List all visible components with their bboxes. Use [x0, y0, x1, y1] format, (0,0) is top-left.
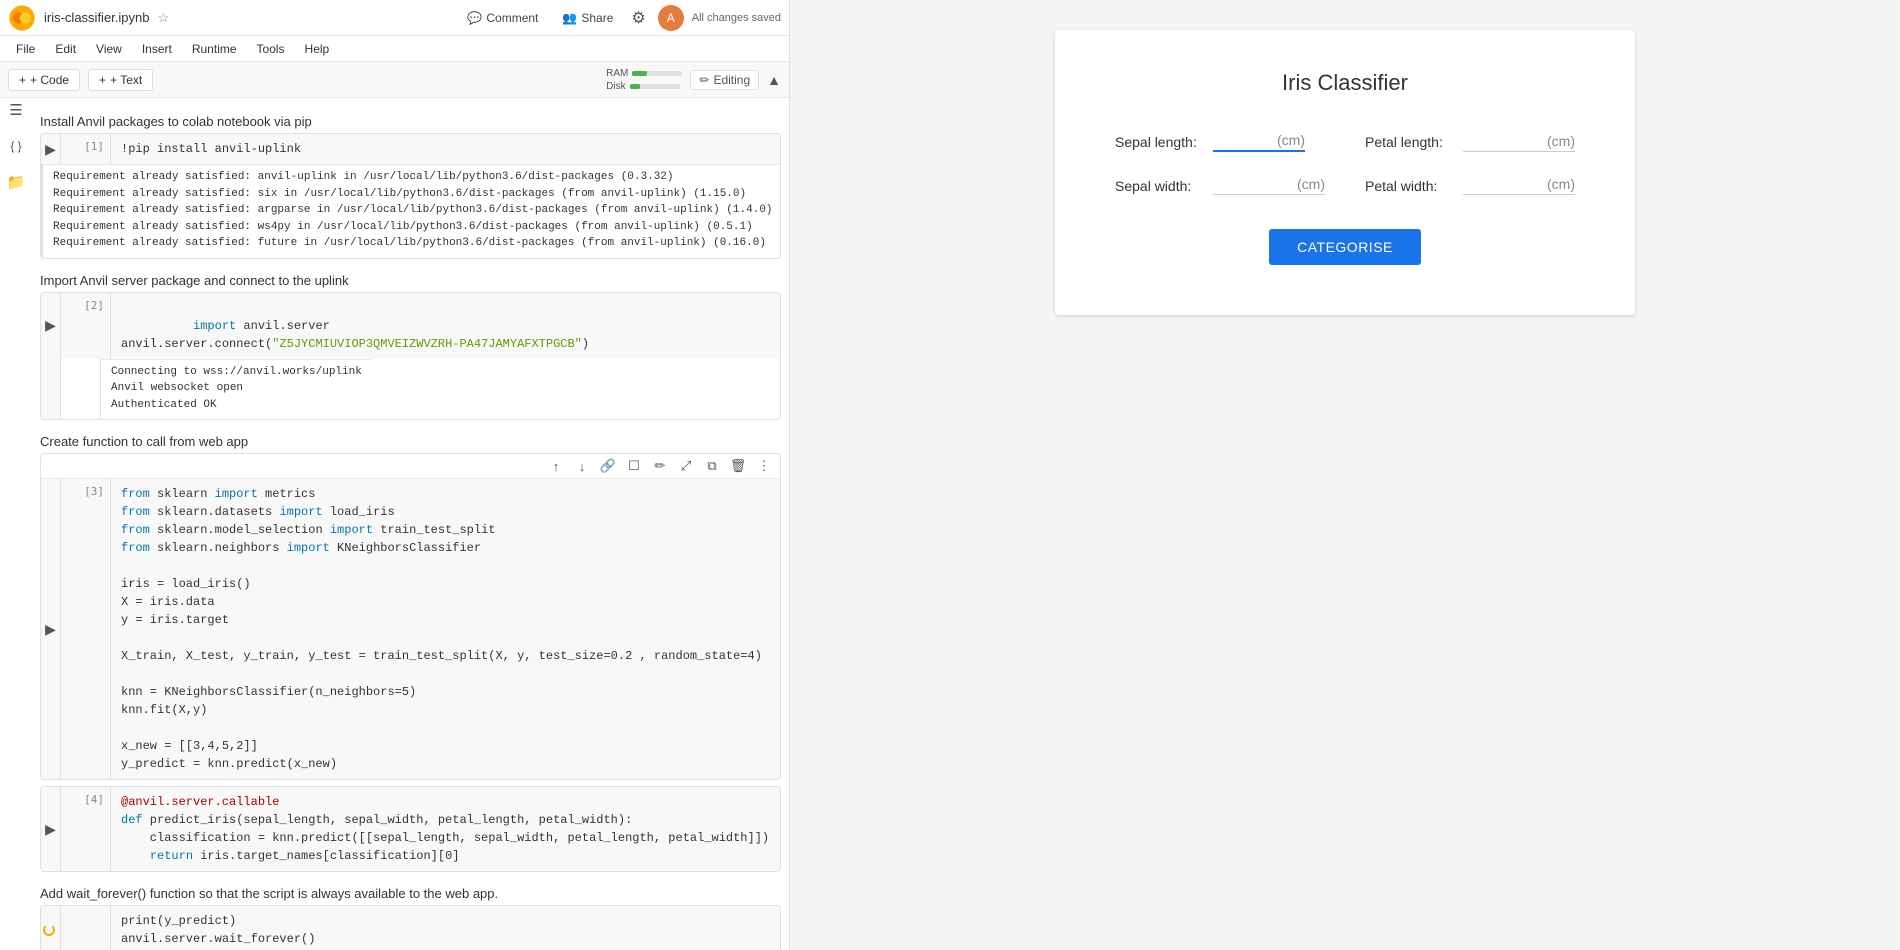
colab-logo	[8, 4, 36, 32]
menu-edit[interactable]: Edit	[47, 40, 84, 58]
sidebar-files-icon[interactable]: 📁	[4, 170, 28, 194]
menu-runtime[interactable]: Runtime	[184, 40, 245, 58]
cell-1-output: Requirement already satisfied: anvil-upl…	[43, 164, 781, 258]
cell-1-number: [1]	[61, 134, 111, 164]
delete-btn[interactable]: 🗑	[728, 456, 748, 476]
petal-length-input-wrapper: (cm)	[1463, 133, 1575, 152]
right-panel: Iris Classifier Sepal length: (cm) Petal…	[790, 0, 1900, 950]
cell-3-number: [3]	[61, 479, 111, 779]
code-cell-3: ↑ ↓ 🔗 ☐ ✏ ⤢ ⧉ 🗑 ⋮ ▶ [3] from sklearn imp…	[40, 453, 781, 780]
edit-btn[interactable]: ✏	[650, 456, 670, 476]
cell-description-4: Add wait_forever() function so that the …	[40, 878, 781, 905]
menu-view[interactable]: View	[88, 40, 130, 58]
code-cell-1: ▶ [1] !pip install anvil-uplink Requirem…	[40, 133, 781, 259]
iris-card: Iris Classifier Sepal length: (cm) Petal…	[1055, 30, 1635, 315]
wrap-btn[interactable]: ☐	[624, 456, 644, 476]
comment-btn[interactable]: 💬 Comment	[461, 8, 544, 28]
run-cell-2-btn[interactable]: ▶	[41, 293, 61, 359]
editing-badge: ✏ Editing	[690, 70, 759, 90]
cell-2-output: Connecting to wss://anvil.works/uplink A…	[101, 359, 372, 420]
code-cell-5: print(y_predict) anvil.server.wait_forev…	[40, 905, 781, 950]
sepal-width-input-wrapper: (cm)	[1213, 176, 1325, 195]
cell-description-1: Install Anvil packages to colab notebook…	[40, 106, 781, 133]
menu-insert[interactable]: Insert	[134, 40, 180, 58]
sepal-width-unit: (cm)	[1297, 176, 1325, 192]
run-cell-4-btn[interactable]: ▶	[41, 787, 61, 871]
move-down-btn[interactable]: ↓	[572, 456, 592, 476]
run-cell-1-btn[interactable]: ▶	[41, 134, 61, 164]
cell-5-number	[61, 906, 111, 950]
sepal-length-unit: (cm)	[1277, 132, 1305, 148]
add-text-btn[interactable]: ++ Text	[88, 69, 153, 91]
ram-disk-indicator: RAM Disk	[606, 68, 682, 92]
notebook-title: iris-classifier.ipynb	[44, 10, 149, 25]
avatar: A	[658, 5, 684, 31]
petal-width-unit: (cm)	[1547, 176, 1575, 192]
collapse-btn[interactable]: ▲	[767, 72, 781, 88]
iris-title: Iris Classifier	[1115, 70, 1575, 96]
petal-width-input[interactable]	[1463, 176, 1543, 192]
sepal-length-label: Sepal length:	[1115, 134, 1205, 150]
comment-icon: 💬	[467, 11, 482, 25]
link-btn[interactable]: 🔗	[598, 456, 618, 476]
sidebar-code-icon[interactable]: { }	[4, 134, 28, 158]
code-cell-4: ▶ [4] @anvil.server.callable def predict…	[40, 786, 781, 872]
cell-2-code[interactable]: import anvil.server anvil.server.connect…	[111, 293, 780, 359]
settings-icon[interactable]: ⚙	[631, 8, 645, 28]
cell-3-floating-toolbar: ↑ ↓ 🔗 ☐ ✏ ⤢ ⧉ 🗑 ⋮	[41, 454, 780, 479]
pencil-icon: ✏	[699, 73, 709, 87]
top-bar: iris-classifier.ipynb ☆ 💬 Comment 👥 Shar…	[0, 0, 789, 36]
petal-length-input[interactable]	[1463, 133, 1543, 149]
changes-status: All changes saved	[692, 12, 781, 24]
top-bar-actions: 💬 Comment 👥 Share ⚙ A	[461, 5, 683, 31]
copy-btn[interactable]: ⧉	[702, 456, 722, 476]
iris-sepal-width-field: Sepal width: (cm)	[1115, 176, 1325, 195]
more-btn[interactable]: ⋮	[754, 456, 774, 476]
share-icon: 👥	[562, 11, 577, 25]
iris-btn-row: CATEGORISE	[1115, 229, 1575, 265]
menu-help[interactable]: Help	[297, 40, 338, 58]
run-cell-3-btn[interactable]: ▶	[41, 479, 61, 779]
menu-file[interactable]: File	[8, 40, 43, 58]
move-up-btn[interactable]: ↑	[546, 456, 566, 476]
cell-2-number: [2]	[61, 293, 111, 359]
petal-length-unit: (cm)	[1547, 133, 1575, 149]
add-code-btn[interactable]: ++ Code	[8, 69, 80, 91]
cell-4-number: [4]	[61, 787, 111, 871]
petal-width-label: Petal width:	[1365, 178, 1455, 194]
cell-5-code[interactable]: print(y_predict) anvil.server.wait_forev…	[111, 906, 780, 950]
expand-btn[interactable]: ⤢	[676, 456, 696, 476]
iris-form: Sepal length: (cm) Petal length: (cm)	[1115, 132, 1575, 265]
cell-4-code[interactable]: @anvil.server.callable def predict_iris(…	[111, 787, 780, 871]
menu-tools[interactable]: Tools	[249, 40, 293, 58]
run-cell-5-btn[interactable]	[41, 906, 61, 950]
iris-row-2: Sepal width: (cm) Petal width: (cm)	[1115, 176, 1575, 195]
sepal-width-input[interactable]	[1213, 176, 1293, 192]
iris-sepal-length-field: Sepal length: (cm)	[1115, 132, 1325, 152]
petal-length-label: Petal length:	[1365, 134, 1455, 150]
menu-bar: File Edit View Insert Runtime Tools Help	[0, 36, 789, 62]
toolbar: ++ Code ++ Text RAM Disk ✏ Editing ▲	[0, 62, 789, 98]
sepal-length-input[interactable]	[1213, 132, 1273, 148]
categorise-button[interactable]: CATEGORISE	[1269, 229, 1421, 265]
iris-petal-width-field: Petal width: (cm)	[1365, 176, 1575, 195]
cell-description-2: Import Anvil server package and connect …	[40, 265, 781, 292]
sepal-width-label: Sepal width:	[1115, 178, 1205, 194]
petal-width-input-wrapper: (cm)	[1463, 176, 1575, 195]
notebook-content: Install Anvil packages to colab notebook…	[0, 98, 789, 950]
sidebar-panels-icon[interactable]: ☰	[4, 98, 28, 122]
side-icons: ☰ { } 📁	[0, 90, 32, 202]
cell-3-code[interactable]: from sklearn import metrics from sklearn…	[111, 479, 780, 779]
cell-description-3: Create function to call from web app	[40, 426, 781, 453]
share-btn[interactable]: 👥 Share	[556, 8, 619, 28]
code-cell-2: ▶ [2] import anvil.server anvil.server.c…	[40, 292, 781, 421]
iris-petal-length-field: Petal length: (cm)	[1365, 133, 1575, 152]
cell-1-code[interactable]: !pip install anvil-uplink	[111, 134, 780, 164]
sepal-length-input-wrapper: (cm)	[1213, 132, 1305, 152]
iris-row-1: Sepal length: (cm) Petal length: (cm)	[1115, 132, 1575, 152]
star-icon[interactable]: ☆	[157, 10, 169, 26]
